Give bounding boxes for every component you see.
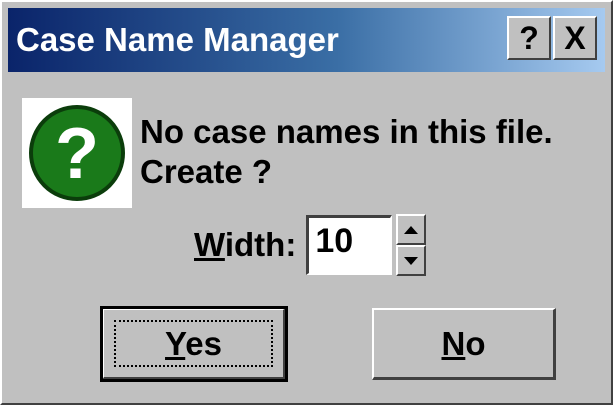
no-label-rest: o — [465, 324, 486, 362]
svg-text:?: ? — [55, 114, 99, 194]
question-icon: ? — [22, 98, 132, 208]
spin-down-button[interactable] — [396, 245, 427, 276]
window-title: Case Name Manager — [16, 21, 339, 58]
arrow-down-icon — [404, 256, 419, 265]
message-line-1: No case names in this file. — [140, 113, 553, 150]
arrow-up-icon — [404, 225, 419, 234]
width-label-rest: idth: — [224, 226, 297, 263]
title-buttons: ? X — [507, 16, 597, 60]
width-label-mnemonic: W — [194, 226, 225, 263]
close-button[interactable]: X — [553, 16, 597, 60]
width-spinner — [396, 214, 427, 276]
yes-focus-rect — [114, 320, 273, 367]
width-label: Width: — [194, 226, 296, 264]
yes-button[interactable]: Yes — [100, 306, 288, 382]
no-label: No — [441, 325, 485, 363]
case-name-manager-dialog: Case Name Manager ? X ? No case names in… — [0, 0, 613, 405]
width-input[interactable]: 10 — [306, 215, 393, 275]
help-button[interactable]: ? — [507, 16, 551, 60]
message-text: No case names in this file. Create ? — [140, 112, 553, 192]
width-row: Width: 10 — [194, 214, 427, 276]
spin-up-button[interactable] — [396, 214, 427, 245]
no-mnemonic: N — [441, 324, 466, 362]
title-bar[interactable]: Case Name Manager ? X — [8, 8, 605, 72]
no-button[interactable]: No — [372, 308, 556, 380]
message-line-2: Create ? — [140, 153, 273, 190]
